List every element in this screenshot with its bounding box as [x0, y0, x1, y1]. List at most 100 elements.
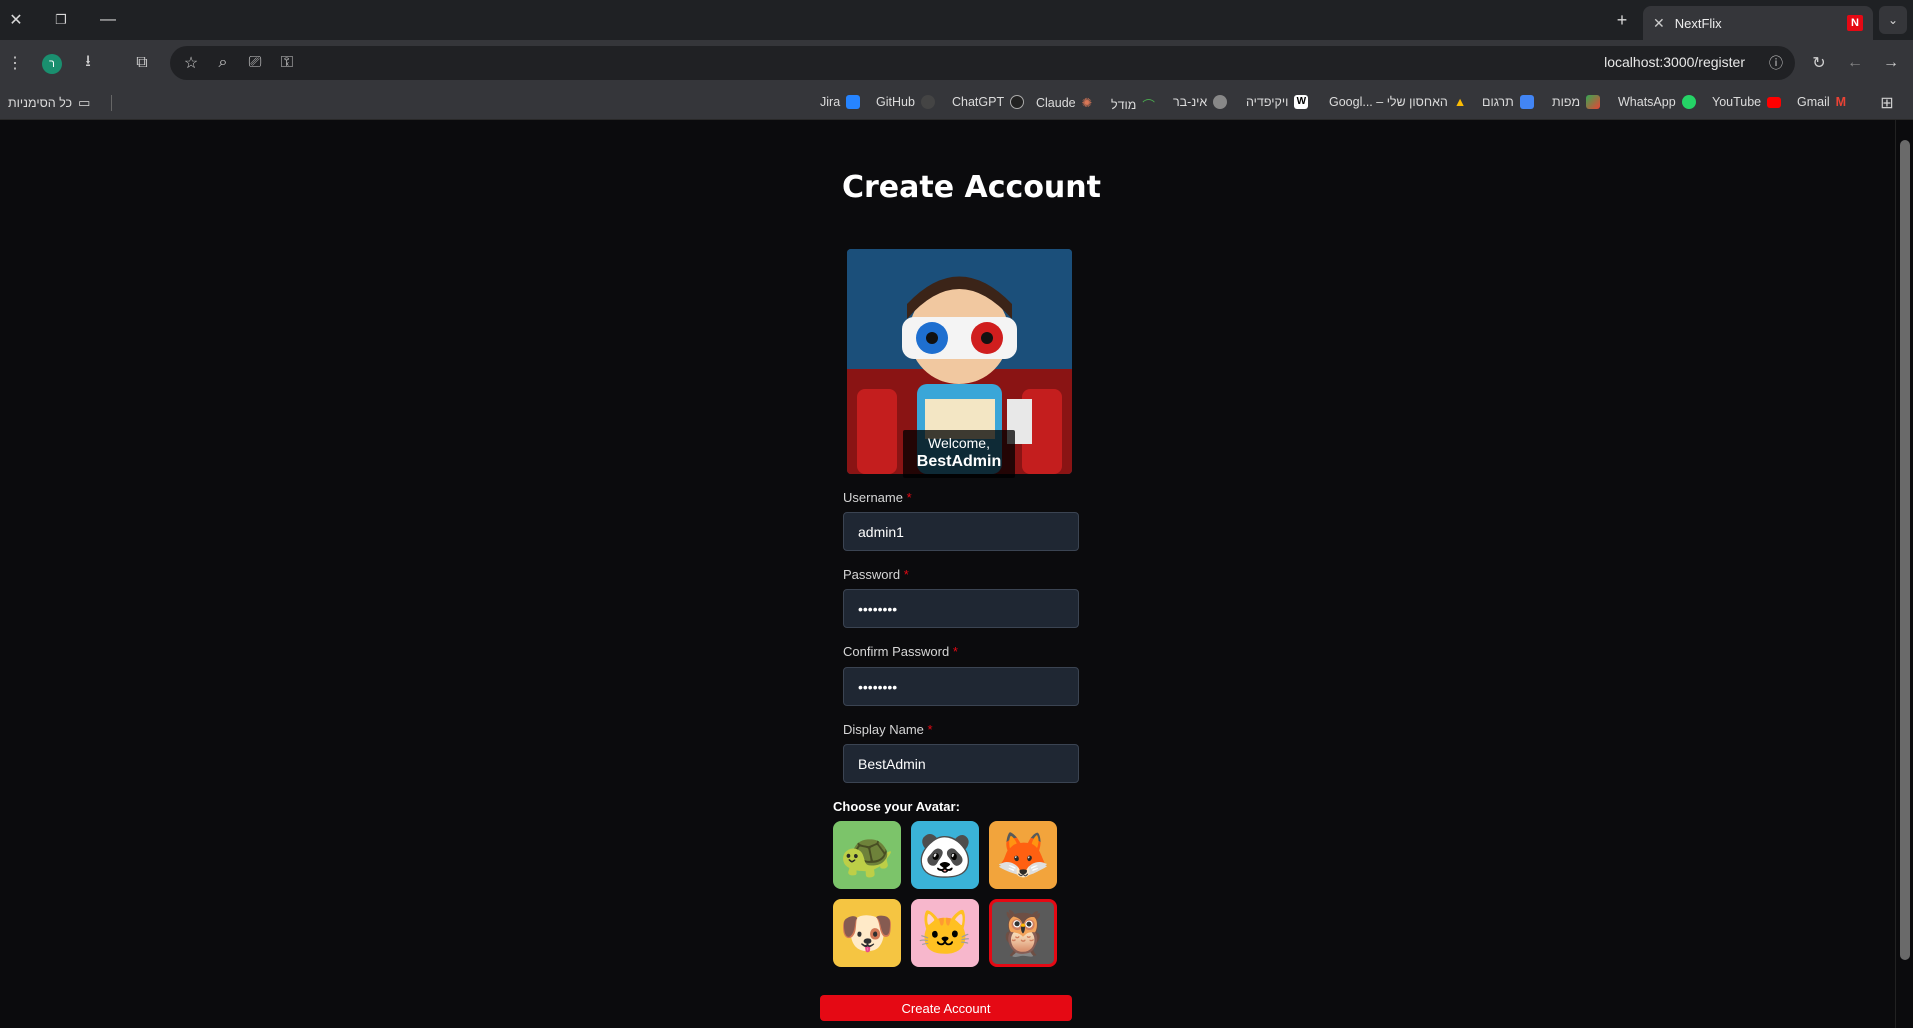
bookmark-label: YouTube	[1712, 95, 1762, 109]
bookmark-google-drive[interactable]: Googl... – האחסון שלי ▲	[1329, 95, 1466, 109]
owl-icon: 🦉	[995, 909, 1051, 958]
menu-icon[interactable]: ⋮	[4, 52, 26, 74]
username-label-text: Username	[843, 490, 903, 505]
bookmarks-divider	[111, 95, 112, 111]
chatgpt-icon	[1010, 95, 1025, 109]
bookmark-github[interactable]: GitHub	[876, 95, 935, 109]
bookmark-chatgpt[interactable]: ChatGPT	[952, 95, 1025, 109]
all-bookmarks-folder[interactable]: כל הסימניות ▭	[8, 95, 90, 111]
scrollbar[interactable]	[1895, 120, 1913, 1028]
bookmark-model[interactable]: מודל ⌒	[1111, 95, 1155, 114]
bookmark-jira[interactable]: Jira	[820, 95, 861, 109]
required-mark: *	[952, 644, 958, 659]
bookmark-label: Jira	[820, 95, 841, 109]
fox-icon: 🦊	[995, 831, 1051, 880]
confirm-password-label-text: Confirm Password	[843, 644, 950, 659]
bookmark-label: WhatsApp	[1618, 95, 1676, 109]
bookmark-maps[interactable]: מפות	[1552, 95, 1601, 109]
username-field[interactable]	[843, 512, 1079, 551]
panda-icon: 🐼	[917, 831, 973, 880]
bookmark-label: GitHub	[876, 95, 915, 109]
bookmark-label: ChatGPT	[952, 95, 1005, 109]
create-account-button[interactable]: Create Account	[820, 995, 1072, 1021]
title-bar: ✕ ❐ — + ✕ NextFlix N ⌄	[0, 0, 1913, 40]
bookmark-label: אינ-בר	[1173, 95, 1208, 109]
google-drive-icon: ▲	[1453, 95, 1467, 109]
password-label: Password *	[843, 567, 909, 582]
nextflix-favicon-icon: N	[1847, 15, 1863, 31]
address-bar[interactable]: ☆ ⌕ ⎚ ⚿ localhost:3000/register ⓘ	[170, 46, 1795, 80]
scrollbar-thumb[interactable]	[1900, 140, 1910, 960]
forward-icon[interactable]: →	[1880, 52, 1902, 74]
cast-icon[interactable]: ⎚	[244, 52, 266, 74]
avatar-option-fox[interactable]: 🦊	[989, 821, 1057, 889]
username-label: Username *	[843, 490, 912, 505]
whatsapp-icon	[1681, 95, 1696, 109]
model-icon: ⌒	[1142, 99, 1155, 113]
bookmark-whatsapp[interactable]: WhatsApp	[1618, 95, 1696, 109]
required-mark: *	[906, 490, 912, 505]
site-info-icon[interactable]: ⓘ	[1765, 52, 1787, 74]
display-name-field[interactable]	[843, 744, 1079, 783]
maps-icon	[1586, 95, 1601, 109]
globe-icon	[1213, 95, 1228, 109]
avatar-option-dog[interactable]: 🐶	[833, 899, 901, 967]
turtle-icon: 🐢	[839, 831, 895, 880]
password-field[interactable]	[843, 589, 1079, 628]
confirm-password-label: Confirm Password *	[843, 644, 958, 659]
avatar-option-panda[interactable]: 🐼	[911, 821, 979, 889]
bookmark-label: Googl... – האחסון שלי	[1329, 95, 1448, 109]
new-tab-icon[interactable]: +	[1608, 6, 1636, 34]
password-key-icon[interactable]: ⚿	[276, 52, 298, 74]
zoom-icon[interactable]: ⌕	[212, 52, 234, 74]
url-text: localhost:3000/register	[1604, 54, 1745, 70]
tab-nextflix[interactable]: ✕ NextFlix N	[1643, 6, 1873, 40]
bookmark-translate[interactable]: תרגום	[1482, 95, 1534, 109]
close-window-icon[interactable]: ✕	[2, 6, 30, 34]
bookmarks-bar: כל הסימניות ▭ Jira GitHub ChatGPT Claude…	[0, 86, 1913, 120]
avatar-option-cat[interactable]: 🐱	[911, 899, 979, 967]
reload-icon[interactable]: ↻	[1808, 52, 1830, 74]
bookmark-star-icon[interactable]: ☆	[180, 52, 202, 74]
apps-grid-icon[interactable]: ⊞	[1876, 92, 1898, 114]
confirm-password-field[interactable]	[843, 667, 1079, 706]
bookmark-wikipedia[interactable]: ויקיפדיה W	[1246, 95, 1309, 109]
required-mark: *	[903, 567, 909, 582]
bookmark-label: Gmail	[1797, 95, 1830, 109]
restore-window-icon[interactable]: ❐	[47, 6, 75, 34]
github-icon	[920, 95, 935, 109]
jira-icon	[846, 95, 861, 109]
required-mark: *	[927, 722, 933, 737]
download-icon[interactable]: ⭳	[77, 52, 99, 74]
folder-icon: ▭	[78, 95, 91, 110]
toolbar: ⋮ ר ⭳ ⧉ ☆ ⌕ ⎚ ⚿ localhost:3000/register …	[0, 40, 1913, 86]
bookmark-label: מפות	[1552, 95, 1581, 109]
bookmark-inbar[interactable]: אינ-בר	[1173, 95, 1228, 109]
bookmark-label: מודל	[1111, 97, 1137, 112]
bookmark-claude[interactable]: Claude ✺	[1036, 95, 1093, 111]
back-icon[interactable]: ←	[1844, 52, 1866, 74]
all-bookmarks-label: כל הסימניות	[8, 96, 73, 110]
welcome-line: Welcome,	[928, 435, 990, 451]
avatar-option-owl[interactable]: 🦉	[989, 899, 1057, 967]
tab-search-icon[interactable]: ⌄	[1879, 6, 1907, 34]
gmail-icon: M	[1835, 95, 1847, 109]
password-label-text: Password	[843, 567, 901, 582]
tab-title: NextFlix	[1674, 15, 1722, 31]
minimize-window-icon[interactable]: —	[94, 6, 122, 34]
avatar-option-turtle[interactable]: 🐢	[833, 821, 901, 889]
display-name-label-text: Display Name	[843, 722, 924, 737]
page-title: Create Account	[842, 170, 1101, 205]
extensions-icon[interactable]: ⧉	[131, 52, 153, 74]
profile-avatar[interactable]: ר	[42, 54, 62, 74]
bookmark-label: תרגום	[1482, 95, 1514, 109]
bookmark-gmail[interactable]: Gmail M	[1797, 95, 1846, 109]
tab-close-icon[interactable]: ✕	[1653, 15, 1665, 32]
claude-icon: ✺	[1081, 96, 1093, 110]
bookmark-label: Claude	[1036, 95, 1076, 110]
welcome-overlay: Welcome, BestAdmin	[903, 430, 1015, 478]
dog-icon: 🐶	[839, 909, 895, 958]
bookmark-youtube[interactable]: YouTube	[1712, 95, 1782, 109]
avatar-heading: Choose your Avatar:	[833, 799, 960, 814]
welcome-name: BestAdmin	[916, 453, 1002, 470]
